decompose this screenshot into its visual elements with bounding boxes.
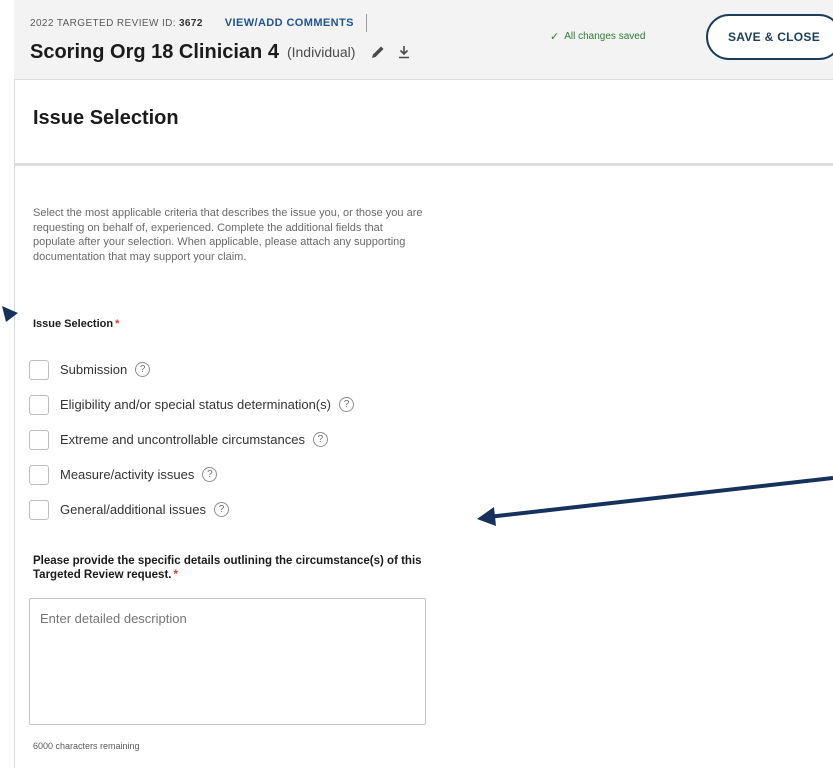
issue-selection-label-text: Issue Selection	[33, 318, 114, 330]
entity-name: Scoring Org 18 Clinician 4	[30, 40, 279, 63]
help-icon[interactable]: ?	[338, 397, 354, 412]
option-label: General/additional issues	[60, 502, 206, 517]
help-icon[interactable]: ?	[312, 432, 328, 447]
left-panel-edge	[0, 80, 15, 768]
issue-options: Submission ? Eligibility and/or special …	[29, 352, 354, 527]
checkbox[interactable]	[29, 394, 49, 415]
option-label: Measure/activity issues	[60, 467, 195, 482]
option-label: Submission	[60, 362, 128, 377]
help-icon[interactable]: ?	[135, 362, 151, 377]
section-divider	[14, 163, 833, 166]
edit-pencil-icon[interactable]	[369, 43, 387, 61]
entity-row: Scoring Org 18 Clinician 4 (Individual)	[30, 38, 413, 66]
check-icon: ✓	[550, 31, 560, 43]
required-indicator: *	[115, 318, 120, 330]
details-label: Please provide the specific details outl…	[33, 554, 433, 582]
option-eligibility[interactable]: Eligibility and/or special status determ…	[29, 387, 354, 422]
save-status: ✓ All changes saved	[550, 30, 645, 43]
required-indicator: *	[173, 569, 178, 581]
download-icon[interactable]	[395, 43, 413, 61]
details-textarea[interactable]	[29, 598, 426, 725]
textarea-pointer-arrow	[487, 476, 833, 519]
review-id-label: 2022 TARGETED REVIEW ID:	[30, 17, 176, 29]
header-divider	[365, 14, 367, 32]
checkbox[interactable]	[29, 464, 49, 485]
intro-text: Select the most applicable criteria that…	[33, 207, 423, 263]
characters-remaining: 6000 characters remaining	[33, 741, 140, 751]
option-label: Eligibility and/or special status determ…	[60, 397, 331, 412]
textarea-arrow-head	[477, 507, 496, 526]
option-submission[interactable]: Submission ?	[29, 352, 354, 387]
view-add-comments-link[interactable]: VIEW/ADD COMMENTS	[225, 17, 354, 29]
review-id-value: 3672	[178, 17, 203, 29]
help-icon[interactable]: ?	[213, 502, 229, 517]
option-general-issues[interactable]: General/additional issues ?	[29, 492, 354, 527]
checkbox[interactable]	[29, 359, 49, 380]
section-title: Issue Selection	[33, 107, 179, 129]
option-label: Extreme and uncontrollable circumstances	[60, 432, 305, 447]
option-extreme-circumstances[interactable]: Extreme and uncontrollable circumstances…	[29, 422, 354, 457]
save-close-button[interactable]: SAVE & CLOSE	[706, 14, 833, 60]
entity-type: (Individual)	[286, 44, 356, 60]
help-icon[interactable]: ?	[202, 467, 218, 482]
save-status-text: All changes saved	[564, 31, 646, 42]
review-id-row: 2022 TARGETED REVIEW ID: 3672 VIEW/ADD C…	[30, 14, 367, 32]
checkbox[interactable]	[29, 499, 49, 520]
issue-selection-label: Issue Selection *	[33, 318, 119, 330]
option-measure-activity[interactable]: Measure/activity issues ?	[29, 457, 354, 492]
checkbox[interactable]	[29, 429, 49, 450]
details-label-text: Please provide the specific details outl…	[33, 555, 422, 581]
review-header: 2022 TARGETED REVIEW ID: 3672 VIEW/ADD C…	[14, 0, 833, 80]
